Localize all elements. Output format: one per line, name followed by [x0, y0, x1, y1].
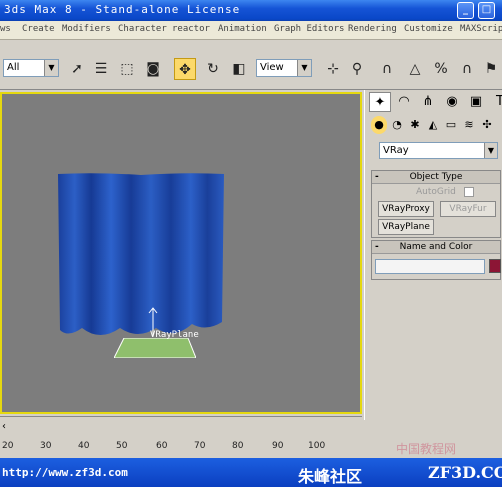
menu-customize[interactable]: Customize: [404, 24, 453, 34]
title-bar: 3ds Max 8 - Stand-alone License _ □: [0, 0, 502, 21]
menu-rendering[interactable]: Rendering: [348, 24, 397, 34]
vrayfur-button[interactable]: VRayFur: [440, 201, 496, 217]
menu-reactor[interactable]: reactor: [172, 24, 210, 34]
rotate-icon[interactable]: ↻: [202, 58, 224, 80]
cameras-icon[interactable]: ◭: [425, 116, 441, 134]
brand-name: 朱峰社区: [298, 467, 363, 486]
tick-label: 50: [116, 441, 128, 451]
spinner-snap-icon[interactable]: ∩: [456, 58, 478, 80]
select-object-icon[interactable]: ➚: [66, 58, 88, 80]
motion-tab-icon[interactable]: ◉: [441, 92, 463, 112]
menu-bar: ws Create Modifiers Character reactor An…: [0, 21, 502, 40]
menu-modifiers[interactable]: Modifiers: [62, 24, 111, 34]
reference-coord-dropdown[interactable]: View ▼: [256, 59, 312, 77]
selection-filter-dropdown[interactable]: All ▼: [3, 59, 59, 77]
geometry-type-dropdown[interactable]: VRay ▼: [379, 142, 498, 159]
hierarchy-tab-icon[interactable]: ⋔: [417, 92, 439, 112]
object-type-header[interactable]: - Object Type: [372, 171, 500, 184]
menu-graph-editors[interactable]: Graph Editors: [274, 24, 344, 34]
watermark-text: 中国教程网: [396, 442, 457, 456]
slider-left-arrow-icon[interactable]: ‹: [2, 421, 6, 432]
angle-snap-icon[interactable]: △: [404, 58, 426, 80]
menu-windows-partial[interactable]: ws: [0, 24, 11, 34]
curtain-mesh: [58, 173, 224, 335]
chevron-down-icon: ▼: [484, 143, 497, 158]
lights-icon[interactable]: ✱: [407, 116, 423, 134]
minimize-button[interactable]: _: [457, 2, 474, 19]
tick-label: 60: [156, 441, 168, 451]
maximize-button[interactable]: □: [478, 2, 495, 19]
geometry-type-value: VRay: [383, 145, 409, 156]
create-category-tabs: ● ◔ ✱ ◭ ▭ ≋ ✣: [369, 116, 502, 136]
window-title: 3ds Max 8 - Stand-alone License: [4, 3, 241, 16]
object-type-rollout: - Object Type AutoGrid VRayProxy VRayFur…: [371, 170, 501, 238]
main-toolbar: All ▼ ➚ ☰ ⬚ ◙ ✥ ↻ ◧ View ▼ ⊹ ⚲ ∩ △ % ∩ ⚑: [0, 40, 502, 90]
selection-filter-value: All: [7, 62, 20, 73]
select-by-name-icon[interactable]: ☰: [90, 58, 112, 80]
chevron-down-icon: ▼: [44, 60, 58, 76]
time-slider[interactable]: ‹: [0, 416, 362, 438]
menu-character[interactable]: Character: [118, 24, 167, 34]
window-crossing-icon[interactable]: ◙: [142, 58, 164, 80]
modify-tab-icon[interactable]: ◠: [393, 92, 415, 112]
site-url: http://www.zf3d.com: [2, 466, 128, 479]
create-tab-icon[interactable]: ✦: [369, 92, 391, 112]
collapse-icon: -: [375, 242, 379, 252]
systems-icon[interactable]: ✣: [479, 116, 495, 134]
object-name-field[interactable]: [375, 259, 485, 274]
move-icon[interactable]: ✥: [174, 58, 196, 80]
named-selection-icon[interactable]: ⚑: [480, 58, 502, 80]
autogrid-label: AutoGrid: [416, 187, 456, 197]
tick-label: 80: [232, 441, 244, 451]
helpers-icon[interactable]: ▭: [443, 116, 459, 134]
timeline-ruler: 20 30 40 50 60 70 80 90 100: [0, 438, 362, 458]
menu-create[interactable]: Create: [22, 24, 55, 34]
geometry-icon[interactable]: ●: [371, 116, 387, 134]
menu-maxscript[interactable]: MAXScript: [460, 24, 502, 34]
command-panel-tabs: ✦ ◠ ⋔ ◉ ▣ T: [369, 92, 502, 114]
tick-label: 90: [272, 441, 284, 451]
autogrid-checkbox[interactable]: [464, 187, 474, 197]
shapes-icon[interactable]: ◔: [389, 116, 405, 134]
tick-label: 70: [194, 441, 206, 451]
object-color-swatch[interactable]: [489, 259, 501, 273]
display-tab-icon[interactable]: ▣: [465, 92, 487, 112]
command-panel: ✦ ◠ ⋔ ◉ ▣ T ● ◔ ✱ ◭ ▭ ≋ ✣ VRay ▼ - Objec…: [364, 90, 502, 420]
scale-icon[interactable]: ◧: [228, 58, 250, 80]
brand-domain: ZF3D.COM: [428, 463, 502, 482]
vrayplane-button[interactable]: VRayPlane: [378, 219, 434, 235]
tick-label: 40: [78, 441, 90, 451]
footer-banner: http://www.zf3d.com 朱峰社区 ZF3D.COM: [0, 458, 502, 487]
tick-label: 20: [2, 441, 14, 451]
tick-label: 100: [308, 441, 326, 451]
perspective-viewport[interactable]: VRayPlane: [0, 92, 362, 414]
percent-snap-icon[interactable]: %: [430, 58, 452, 80]
name-color-rollout: - Name and Color: [371, 240, 501, 280]
reference-coord-value: View: [260, 62, 284, 73]
utilities-tab-icon[interactable]: T: [489, 92, 502, 112]
spacewarps-icon[interactable]: ≋: [461, 116, 477, 134]
object-name-label: VRayPlane: [150, 330, 199, 340]
tick-label: 30: [40, 441, 52, 451]
collapse-icon: -: [375, 172, 379, 182]
menu-animation[interactable]: Animation: [218, 24, 267, 34]
vray-plane-object: [114, 338, 196, 358]
rect-selection-icon[interactable]: ⬚: [116, 58, 138, 80]
vrayproxy-button[interactable]: VRayProxy: [378, 201, 434, 217]
select-link-icon[interactable]: ⚲: [346, 58, 368, 80]
name-color-header[interactable]: - Name and Color: [372, 241, 500, 254]
snap-toggle-icon[interactable]: ∩: [376, 58, 398, 80]
chevron-down-icon: ▼: [297, 60, 311, 76]
pivot-icon[interactable]: ⊹: [322, 58, 344, 80]
